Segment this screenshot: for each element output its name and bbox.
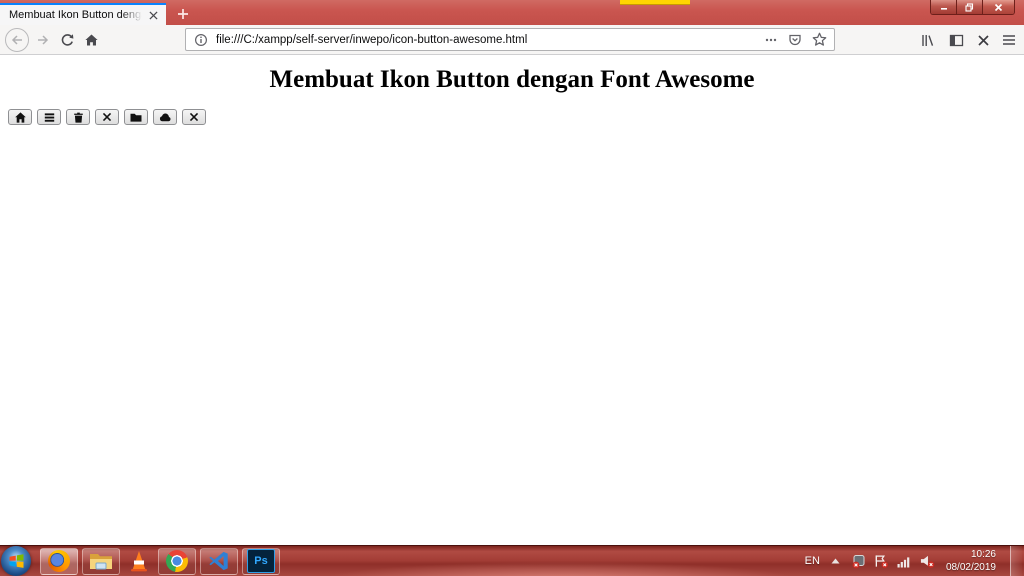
window-titlebar[interactable]: Membuat Ikon Button dengan Font	[0, 0, 1024, 25]
taskbar-firefox-button[interactable]	[40, 548, 78, 575]
volume-muted-icon[interactable]	[920, 554, 935, 569]
vscode-icon	[208, 550, 230, 572]
extension-x-button[interactable]	[971, 28, 995, 52]
home-icon	[15, 112, 26, 123]
window-controls	[930, 0, 1015, 15]
start-button[interactable]	[1, 546, 31, 576]
url-text: file:///C:/xampp/self-server/inwepo/icon…	[216, 34, 756, 46]
align-justify-icon-button[interactable]	[37, 109, 61, 125]
times-icon	[189, 112, 199, 122]
times-icon-button[interactable]	[182, 109, 206, 125]
menu-button[interactable]	[997, 28, 1021, 52]
taskbar-explorer-button[interactable]	[82, 548, 120, 575]
x-extension-icon	[977, 34, 990, 47]
taskbar-vscode-button[interactable]	[200, 548, 238, 575]
folder-icon-button[interactable]	[124, 109, 148, 125]
icon-button-row	[8, 109, 1024, 125]
photoshop-icon: Ps	[247, 549, 275, 573]
trash-icon-button[interactable]	[66, 109, 90, 125]
chrome-icon	[166, 550, 188, 572]
page-content: Membuat Ikon Button dengan Font Awesome	[0, 55, 1024, 545]
pocket-icon[interactable]	[786, 31, 804, 49]
forward-arrow-icon	[36, 33, 50, 47]
site-info-icon[interactable]	[192, 31, 210, 49]
back-arrow-icon	[10, 33, 24, 47]
cloud-icon-button[interactable]	[153, 109, 177, 125]
forward-button[interactable]	[31, 28, 55, 52]
desktop-screen: Membuat Ikon Button dengan Font	[0, 0, 1024, 576]
tray-date: 08/02/2019	[946, 561, 996, 574]
library-icon	[920, 33, 935, 48]
chevron-up-icon	[831, 558, 840, 564]
home-button[interactable]	[79, 28, 103, 52]
tab-close-icon[interactable]	[145, 7, 161, 23]
minimize-button[interactable]	[931, 0, 957, 14]
refresh-button[interactable]	[55, 28, 79, 52]
taskbar: Ps EN	[0, 545, 1024, 576]
tab-title: Membuat Ikon Button dengan Font	[9, 9, 145, 21]
taskbar-chrome-button[interactable]	[158, 548, 196, 575]
new-tab-button[interactable]	[170, 3, 196, 25]
times-icon	[102, 112, 112, 122]
url-bar[interactable]: file:///C:/xampp/self-server/inwepo/icon…	[185, 28, 835, 51]
times-icon-button[interactable]	[95, 109, 119, 125]
hamburger-menu-icon	[1002, 34, 1016, 46]
restore-button[interactable]	[957, 0, 983, 14]
tray-app-error-icon[interactable]	[851, 554, 866, 569]
windows-explorer-icon	[89, 551, 113, 571]
back-button[interactable]	[5, 28, 29, 52]
trash-icon	[73, 112, 84, 123]
tab-active[interactable]: Membuat Ikon Button dengan Font	[0, 3, 166, 25]
tray-clock[interactable]: 10:26 08/02/2019	[946, 548, 996, 574]
show-desktop-button[interactable]	[1010, 546, 1022, 576]
windows-logo-icon	[9, 554, 24, 568]
sidebar-button[interactable]	[944, 28, 968, 52]
cloud-icon	[159, 112, 172, 123]
tray-time: 10:26	[946, 548, 996, 561]
bookmark-star-icon[interactable]	[810, 31, 828, 49]
action-center-flag-icon[interactable]	[874, 554, 889, 569]
navigation-toolbar: file:///C:/xampp/self-server/inwepo/icon…	[0, 25, 1024, 55]
background-window-strip	[620, 0, 690, 5]
refresh-icon	[60, 33, 74, 47]
vlc-icon	[129, 550, 149, 572]
home-icon-button[interactable]	[8, 109, 32, 125]
page-title: Membuat Ikon Button dengan Font Awesome	[0, 66, 1024, 94]
page-actions-icon[interactable]	[762, 31, 780, 49]
library-button[interactable]	[915, 28, 939, 52]
sidebar-icon	[949, 33, 964, 48]
home-icon	[84, 33, 99, 47]
show-hidden-icons-button[interactable]	[828, 554, 843, 569]
taskbar-photoshop-button[interactable]: Ps	[242, 548, 280, 575]
firefox-icon	[48, 550, 70, 572]
taskbar-vlc-button[interactable]	[124, 548, 154, 575]
align-justify-icon	[44, 112, 55, 123]
folder-icon	[130, 112, 142, 123]
network-signal-icon[interactable]	[897, 554, 912, 569]
language-indicator[interactable]: EN	[805, 555, 820, 567]
system-tray: EN	[805, 546, 1024, 576]
close-button[interactable]	[983, 0, 1014, 14]
